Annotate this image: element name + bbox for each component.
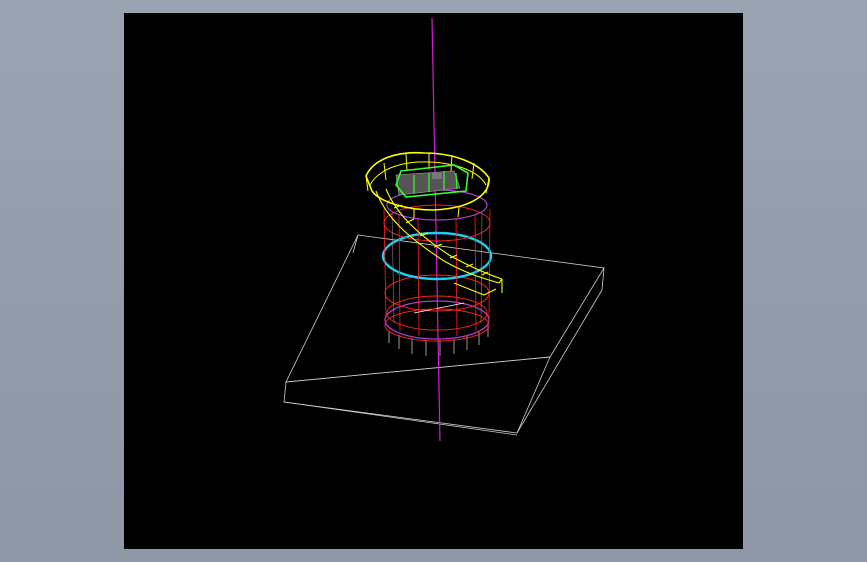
ground-slab: [283, 234, 605, 436]
vertical-axis: [431, 17, 441, 442]
wireframe-model: [283, 17, 605, 442]
cad-3d-viewport[interactable]: [124, 13, 743, 549]
application-canvas: [0, 0, 867, 562]
